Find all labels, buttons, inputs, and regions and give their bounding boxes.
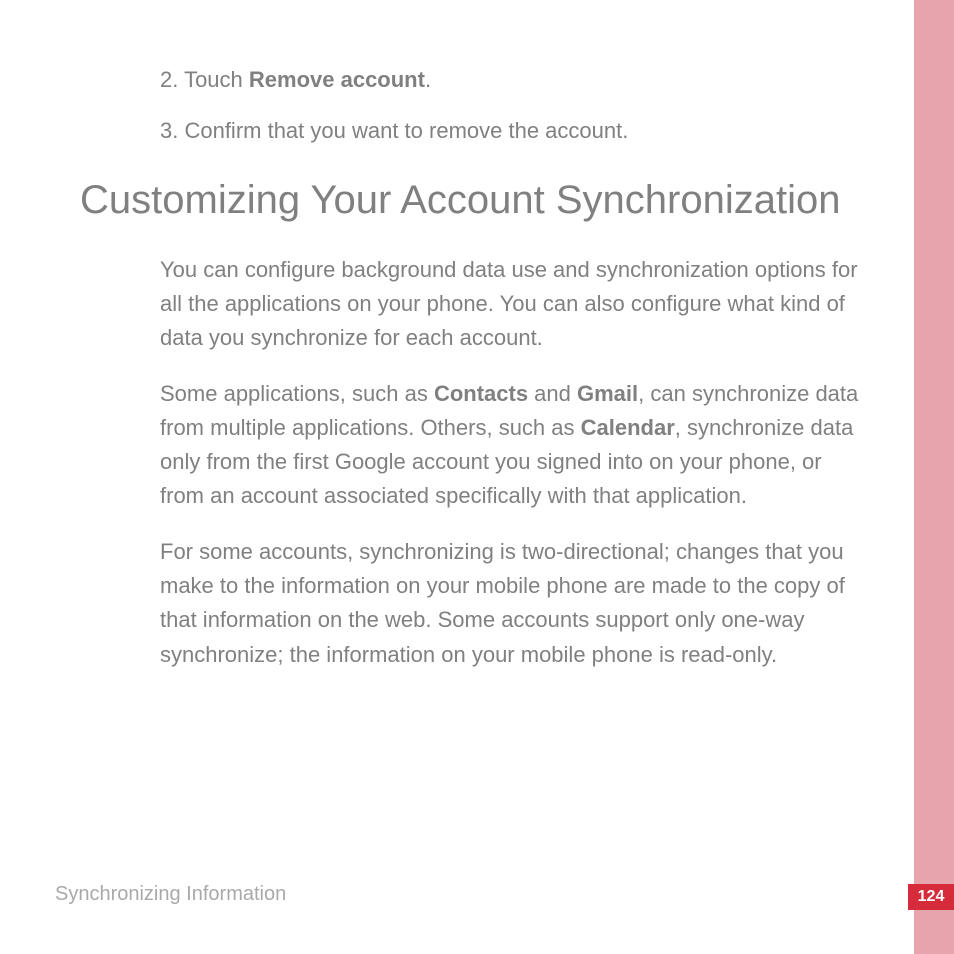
paragraph-3: For some accounts, synchronizing is two-… <box>160 535 860 671</box>
p2-b1: Contacts <box>434 381 528 406</box>
step-2-bold: Remove account <box>249 67 425 92</box>
step-3: 3. Confirm that you want to remove the a… <box>160 116 870 147</box>
paragraph-1: You can configure background data use an… <box>160 253 860 355</box>
p2-t2: and <box>528 381 577 406</box>
paragraph-2: Some applications, such as Contacts and … <box>160 377 860 513</box>
p2-t1: Some applications, such as <box>160 381 434 406</box>
page-number-badge: 124 <box>908 884 954 910</box>
p2-b2: Gmail <box>577 381 638 406</box>
section-heading: Customizing Your Account Synchronization <box>80 177 870 223</box>
step-2-prefix: 2. Touch <box>160 67 249 92</box>
p2-b3: Calendar <box>581 415 675 440</box>
page-content: 2. Touch Remove account. 3. Confirm that… <box>80 65 870 694</box>
footer-section-title: Synchronizing Information <box>55 883 286 906</box>
step-2: 2. Touch Remove account. <box>160 65 870 96</box>
side-stripe <box>914 0 954 954</box>
step-2-suffix: . <box>425 67 431 92</box>
